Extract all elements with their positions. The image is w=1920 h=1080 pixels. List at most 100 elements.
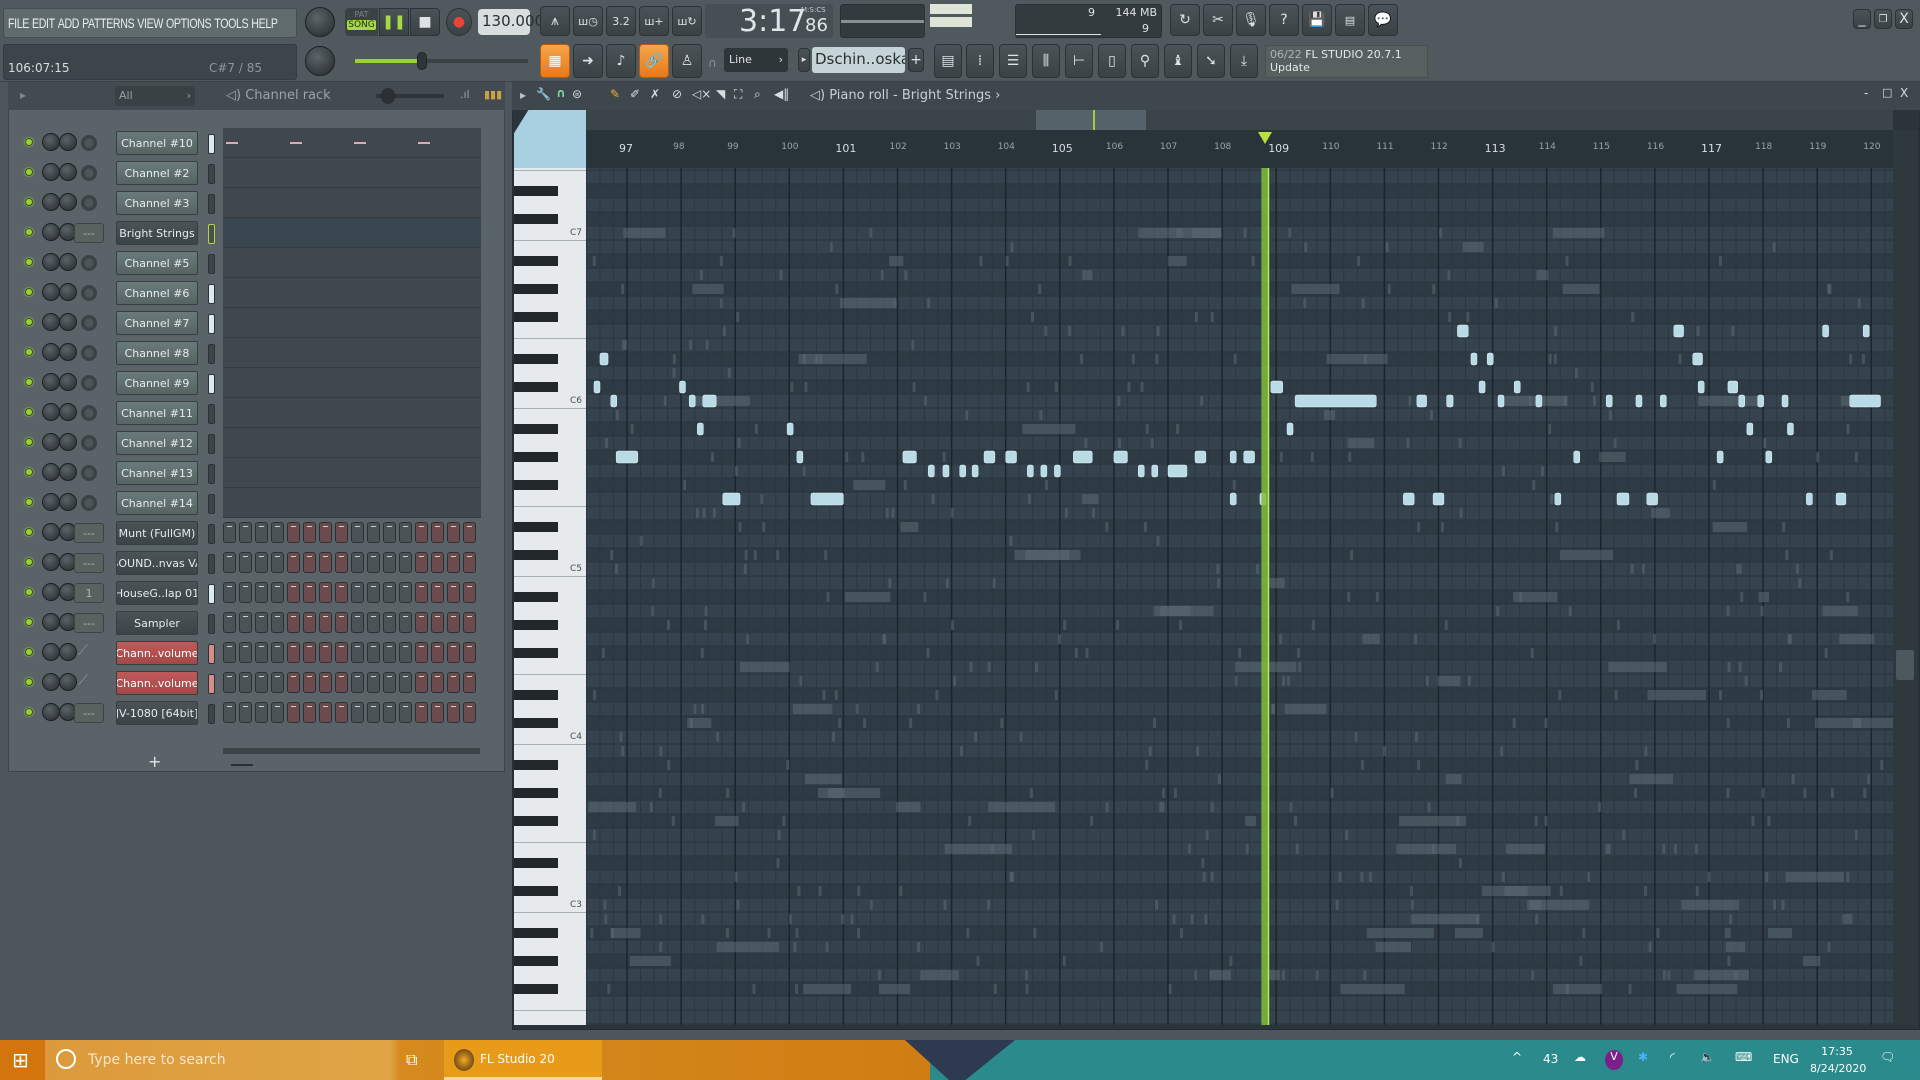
step-button[interactable]: [431, 672, 444, 693]
snap-magnet-icon[interactable]: ∩: [556, 86, 566, 100]
mute-led[interactable]: [25, 258, 33, 266]
pat-song-toggle[interactable]: PAT SONG: [345, 8, 378, 36]
black-key[interactable]: [514, 984, 558, 994]
piano-roll-icon[interactable]: ⁞: [966, 44, 994, 78]
link-icon[interactable]: 🔗: [639, 44, 669, 78]
pattern-lane[interactable]: [223, 188, 481, 218]
step-button[interactable]: [463, 582, 476, 603]
step-button[interactable]: [383, 672, 396, 693]
pan-knob[interactable]: [42, 553, 60, 571]
cortana-icon[interactable]: [56, 1049, 76, 1069]
mute-led[interactable]: [25, 498, 33, 506]
step-button[interactable]: [335, 702, 348, 723]
step-sequencer-icon[interactable]: ▮▮▮: [484, 88, 502, 101]
black-key[interactable]: [514, 424, 558, 434]
pattern-lane[interactable]: [223, 128, 481, 158]
gear-icon[interactable]: [81, 345, 97, 361]
tempo-field[interactable]: 130.000: [478, 9, 544, 35]
bluetooth-icon[interactable]: ✱: [1638, 1050, 1648, 1064]
step-edit-icon[interactable]: ш+: [639, 6, 669, 36]
step-button[interactable]: [367, 642, 380, 663]
taskbar-search-input[interactable]: Type here to search: [88, 1052, 226, 1068]
step-button[interactable]: [367, 582, 380, 603]
black-key[interactable]: [514, 788, 558, 798]
step-button[interactable]: [399, 642, 412, 663]
channel-row[interactable]: ⟋ Chann..volume: [8, 638, 488, 668]
channel-row[interactable]: --- Munt (FullGM): [8, 518, 488, 548]
pattern-lane[interactable]: [223, 218, 481, 248]
plugin-icon[interactable]: ⚲: [1131, 44, 1159, 78]
step-button[interactable]: [271, 612, 284, 633]
menu-edit[interactable]: EDIT: [32, 15, 55, 31]
pan-knob[interactable]: [42, 253, 60, 271]
mute-led[interactable]: [25, 168, 33, 176]
channel-select-indicator[interactable]: [208, 254, 215, 274]
overview-scrollbar[interactable]: [586, 110, 1893, 130]
channel-select-indicator[interactable]: [208, 284, 215, 304]
swing-slider[interactable]: [376, 88, 444, 104]
mute-led[interactable]: [25, 378, 33, 386]
mixer-track-selector[interactable]: ---: [74, 553, 104, 573]
pan-knob[interactable]: [42, 283, 60, 301]
black-key[interactable]: [514, 760, 558, 770]
close-icon[interactable]: X: [1895, 9, 1913, 29]
select-tool-icon[interactable]: ⛶: [734, 87, 742, 102]
step-button[interactable]: [335, 582, 348, 603]
black-key[interactable]: [514, 816, 558, 826]
step-button[interactable]: [367, 522, 380, 543]
channel-select-indicator[interactable]: [208, 614, 215, 634]
pan-knob[interactable]: [42, 373, 60, 391]
step-button[interactable]: [319, 552, 332, 573]
step-button[interactable]: [431, 612, 444, 633]
gear-icon[interactable]: [81, 375, 97, 391]
pan-knob[interactable]: [42, 433, 60, 451]
step-button[interactable]: [287, 642, 300, 663]
save-icon[interactable]: 💾: [1302, 4, 1332, 36]
channel-select-indicator[interactable]: [208, 194, 215, 214]
channel-name-button[interactable]: Channel #7: [116, 311, 198, 335]
volume-knob[interactable]: [59, 403, 77, 421]
black-key[interactable]: [514, 522, 558, 532]
menu-options[interactable]: OPTIONS: [166, 15, 212, 31]
channel-row[interactable]: ⟋ Chann..volume: [8, 668, 488, 698]
channel-name-button[interactable]: Chann..volume: [116, 671, 198, 695]
clock[interactable]: 17:35 8/24/2020: [1810, 1043, 1866, 1077]
step-button[interactable]: [239, 552, 252, 573]
step-button[interactable]: [431, 702, 444, 723]
playlist-icon[interactable]: ▤: [934, 44, 962, 78]
record-button[interactable]: ●: [446, 8, 472, 36]
channel-row[interactable]: --- Sampler: [8, 608, 488, 638]
channel-row[interactable]: Channel #10: [8, 128, 488, 158]
step-button[interactable]: [335, 612, 348, 633]
mute-led[interactable]: [25, 138, 33, 146]
volume-knob[interactable]: [59, 313, 77, 331]
pan-knob[interactable]: [42, 133, 60, 151]
step-button[interactable]: [223, 702, 236, 723]
step-button[interactable]: [399, 552, 412, 573]
black-key[interactable]: [514, 648, 558, 658]
viber-icon[interactable]: V: [1605, 1050, 1623, 1070]
pattern-lane[interactable]: [223, 488, 481, 518]
step-button[interactable]: [287, 612, 300, 633]
pattern-lane[interactable]: [223, 158, 481, 188]
playhead-marker[interactable]: [1258, 132, 1273, 144]
mute-led[interactable]: [25, 708, 33, 716]
channel-row[interactable]: Channel #7: [8, 308, 488, 338]
step-button[interactable]: [319, 672, 332, 693]
channel-name-button[interactable]: Channel #13: [116, 461, 198, 485]
pan-knob[interactable]: [42, 343, 60, 361]
black-key[interactable]: [514, 956, 558, 966]
project-icon[interactable]: ▯: [1098, 44, 1126, 78]
undo-history-icon[interactable]: ↻: [1170, 4, 1200, 36]
pan-knob[interactable]: [42, 403, 60, 421]
volume-knob[interactable]: [59, 433, 77, 451]
channel-row[interactable]: Channel #13: [8, 458, 488, 488]
gear-icon[interactable]: [81, 315, 97, 331]
step-button[interactable]: [223, 612, 236, 633]
pause-button[interactable]: ❚❚: [379, 8, 409, 36]
note-grid[interactable]: [586, 168, 1893, 1025]
gear-icon[interactable]: [81, 465, 97, 481]
channel-name-button[interactable]: Channel #5: [116, 251, 198, 275]
step-button[interactable]: [303, 552, 316, 573]
channel-row[interactable]: Channel #8: [8, 338, 488, 368]
